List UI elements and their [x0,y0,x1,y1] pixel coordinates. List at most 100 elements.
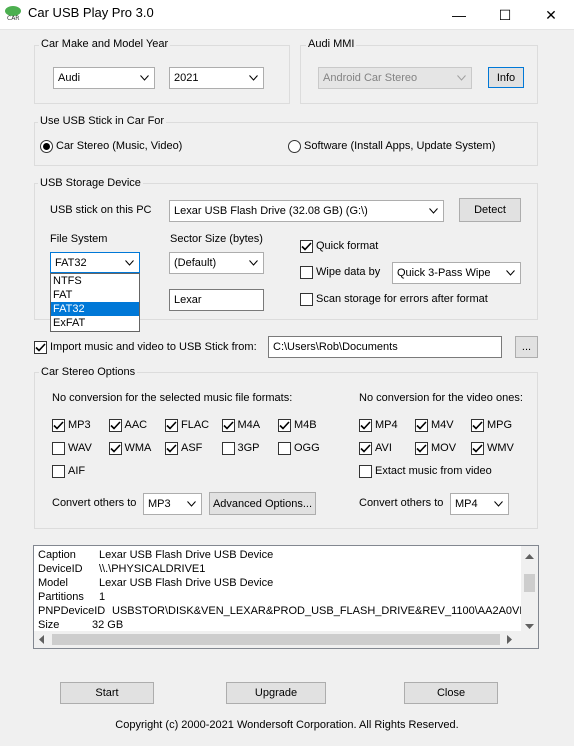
advanced-options-button[interactable]: Advanced Options... [209,492,316,515]
checkmark-icon [416,444,427,453]
video-format-mpg-label[interactable]: MPG [487,419,512,431]
scroll-right-icon[interactable] [507,635,513,647]
extract-music-checkbox[interactable] [359,465,372,478]
video-format-m4v-label[interactable]: M4V [431,419,454,431]
music-format-asf-checkbox[interactable] [165,442,178,455]
video-format-mov-label[interactable]: MOV [431,442,456,454]
music-format-wma-checkbox[interactable] [108,442,122,455]
close-window-button[interactable]: ✕ [528,0,574,30]
music-format-m4a-checkbox[interactable] [221,419,235,432]
chevron-down-icon [248,71,258,85]
device-info-value: Lexar USB Flash Drive USB Device [99,577,274,589]
music-format-wav-checkbox[interactable] [52,442,65,455]
music-format-ogg-label[interactable]: OGG [294,442,320,454]
car-make-group-title: Car Make and Model Year [39,38,171,50]
car-make-select[interactable]: Audi [53,67,155,89]
scan-storage-label[interactable]: Scan storage for errors after format [316,293,488,305]
music-format-aif-checkbox[interactable] [52,465,65,478]
software-radio[interactable] [288,140,301,153]
music-format-wma-label[interactable]: WMA [125,442,152,454]
music-format-m4b-label[interactable]: M4B [294,419,317,431]
convert-music-select[interactable]: MP3 [143,493,202,515]
scan-storage-checkbox[interactable] [300,293,313,306]
import-checkbox[interactable] [34,341,47,354]
music-format-wav-label[interactable]: WAV [68,442,92,454]
video-format-mp4-label[interactable]: MP4 [375,419,398,431]
import-label[interactable]: Import music and video to USB Stick from… [50,341,257,353]
upgrade-button[interactable]: Upgrade [226,682,326,704]
horizontal-scroll-thumb[interactable] [52,634,500,645]
browse-button[interactable]: ... [515,336,538,358]
wipe-data-checkbox[interactable] [300,266,313,279]
scroll-up-icon[interactable] [525,550,534,562]
video-format-mp4-checkbox[interactable] [359,419,372,432]
video-format-wmv-label[interactable]: WMV [487,442,514,454]
video-format-mpg-checkbox[interactable] [471,419,484,432]
volume-label-input[interactable]: Lexar [169,289,264,311]
fs-option-ntfs[interactable]: NTFS [51,274,139,288]
maximize-button[interactable]: ☐ [482,0,528,30]
software-radio-label[interactable]: Software (Install Apps, Update System) [304,140,495,152]
model-year-select[interactable]: 2021 [169,67,264,89]
scroll-left-icon[interactable] [38,635,44,647]
usb-stick-label: USB stick on this PC [50,204,152,216]
car-stereo-radio[interactable] [40,140,53,153]
device-info-box[interactable]: Caption Lexar USB Flash Drive USB Device D… [33,545,539,649]
wipe-data-label[interactable]: Wipe data by [316,266,380,278]
music-format-asf-label[interactable]: ASF [181,442,202,454]
music-format-ogg-checkbox[interactable] [278,442,291,455]
music-format-m4a-label[interactable]: M4A [238,419,261,431]
horizontal-scrollbar[interactable] [34,631,538,648]
audi-mmi-select[interactable]: Android Car Stereo [318,67,472,89]
device-info-key: Size [38,619,60,631]
car-stereo-radio-label[interactable]: Car Stereo (Music, Video) [56,140,182,152]
music-format-aif-label[interactable]: AIF [68,465,85,477]
music-format-mp3-checkbox[interactable] [52,419,65,432]
music-format-aac-label[interactable]: AAC [125,419,148,431]
convert-music-label: Convert others to [52,497,137,509]
start-button[interactable]: Start [60,682,154,704]
music-format-mp3-label[interactable]: MP3 [68,419,91,431]
usb-stick-select[interactable]: Lexar USB Flash Drive (32.08 GB) (G:\) [169,200,444,222]
vertical-scroll-thumb[interactable] [524,574,535,592]
fs-option-fat32[interactable]: FAT32 [51,302,139,316]
wipe-method-value: Quick 3-Pass Wipe [397,267,491,279]
video-format-avi-checkbox[interactable] [359,442,372,455]
music-format-flac-checkbox[interactable] [165,419,178,432]
checkmark-icon [166,421,177,430]
file-system-select[interactable]: FAT32 [50,252,140,273]
minimize-button[interactable]: — [436,0,482,30]
close-button[interactable]: Close [404,682,498,704]
video-format-avi-label[interactable]: AVI [375,442,392,454]
video-format-wmv-checkbox[interactable] [471,442,484,455]
file-system-dropdown: NTFS FAT FAT32 ExFAT [50,273,140,332]
quick-format-label[interactable]: Quick format [316,240,378,252]
wipe-method-select[interactable]: Quick 3-Pass Wipe [392,262,521,284]
fs-option-exfat[interactable]: ExFAT [51,316,139,330]
detect-button[interactable]: Detect [459,198,521,222]
chevron-down-icon [124,256,134,270]
convert-video-select[interactable]: MP4 [450,493,509,515]
info-button[interactable]: Info [488,67,524,88]
video-format-m4v-checkbox[interactable] [415,419,428,432]
music-format-aac-checkbox[interactable] [108,419,122,432]
extract-music-label[interactable]: Extact music from video [375,465,492,477]
file-system-label: File System [50,233,108,245]
chevron-down-icon [186,497,196,511]
vertical-scrollbar[interactable] [521,546,538,632]
device-info-value: Lexar USB Flash Drive USB Device [99,549,274,561]
video-formats-header: No conversion for the video ones: [359,392,523,404]
video-format-mov-checkbox[interactable] [415,442,428,455]
music-format-flac-label[interactable]: FLAC [181,419,209,431]
music-format-m4b-checkbox[interactable] [278,419,291,432]
checkmark-icon [166,444,177,453]
fs-option-fat[interactable]: FAT [51,288,139,302]
music-format-3gp-label[interactable]: 3GP [238,442,260,454]
import-path-input[interactable]: C:\Users\Rob\Documents [268,336,502,358]
quick-format-checkbox[interactable] [300,240,313,253]
music-format-3gp-checkbox[interactable] [221,442,235,455]
sector-size-select[interactable]: (Default) [169,252,264,274]
stereo-options-group-title: Car Stereo Options [39,366,138,378]
sector-size-value: (Default) [174,257,217,269]
chevron-down-icon [139,71,149,85]
